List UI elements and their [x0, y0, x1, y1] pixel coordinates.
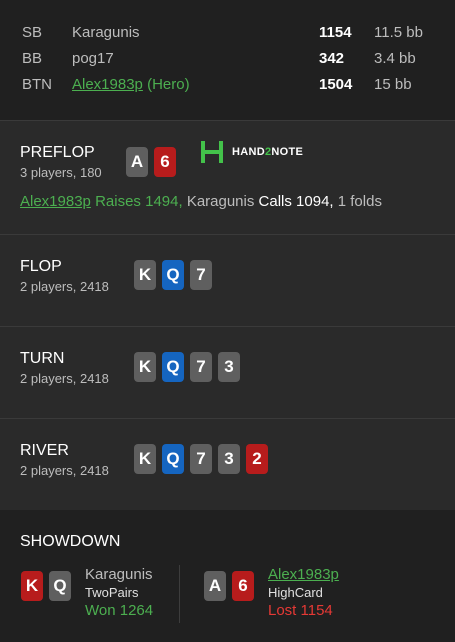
card: 7 — [190, 352, 212, 382]
street-turn: TURN 2 players, 2418 K Q 7 3 — [0, 327, 455, 419]
board-cards: K Q 7 3 2 — [134, 444, 268, 474]
showdown-section: SHOWDOWN K Q Karagunis TwoPairs Won 1264… — [0, 510, 455, 642]
street-subtitle: 2 players, 2418 — [20, 463, 109, 478]
villain-result: Won 1264 — [85, 602, 154, 619]
hand2note-wordmark: HAND2NOTE — [232, 146, 304, 158]
card: K — [134, 444, 156, 474]
street-title: RIVER — [20, 442, 69, 459]
hero-action: Raises 1494, — [95, 193, 183, 210]
villain-name: Karagunis — [186, 193, 255, 210]
hero-tag: (Hero) — [147, 76, 190, 93]
player-row-btn: BTN Alex1983p (Hero) 1504 15 bb — [0, 76, 455, 100]
hero-link[interactable]: Alex1983p — [268, 566, 339, 583]
hand2note-logo: HAND2NOTE — [201, 141, 303, 163]
street-title: FLOP — [20, 258, 62, 275]
street-title: TURN — [20, 350, 65, 367]
player-stack: 1504 — [319, 76, 353, 93]
villain-hole-cards: K Q — [21, 571, 71, 601]
preflop-action-summary: Alex1983p Raises 1494, Karagunis Calls 1… — [20, 193, 382, 210]
player-stack: 1154 — [319, 24, 352, 41]
hand-history-panel: SB Karagunis 1154 11.5 bb BB pog17 342 3… — [0, 0, 455, 642]
folds-count: 1 folds — [337, 193, 382, 210]
card: 3 — [218, 444, 240, 474]
card: A — [126, 147, 148, 177]
card: Q — [162, 260, 184, 290]
players-table: SB Karagunis 1154 11.5 bb BB pog17 342 3… — [0, 0, 455, 121]
hero-hole-cards: A 6 — [126, 147, 176, 177]
villain-hand-rank: TwoPairs — [85, 585, 139, 600]
card: 2 — [246, 444, 268, 474]
card: Q — [162, 444, 184, 474]
card: 3 — [218, 352, 240, 382]
board-cards: K Q 7 3 — [134, 352, 240, 382]
card: Q — [49, 571, 71, 601]
card: Q — [162, 352, 184, 382]
villain-name: Karagunis — [85, 566, 153, 583]
position-label: SB — [22, 24, 43, 41]
position-label: BTN — [22, 76, 52, 93]
board-cards: K Q 7 — [134, 260, 212, 290]
hand2note-icon — [201, 141, 223, 163]
player-row-sb: SB Karagunis 1154 11.5 bb — [0, 24, 455, 48]
showdown-title: SHOWDOWN — [20, 533, 121, 550]
street-preflop: PREFLOP 3 players, 180 A 6 — [0, 121, 455, 235]
showdown-divider — [179, 565, 180, 623]
player-stack-bb: 3.4 bb — [374, 50, 416, 67]
street-subtitle: 2 players, 2418 — [20, 371, 109, 386]
card: K — [134, 352, 156, 382]
card: 6 — [154, 147, 176, 177]
player-row-bb: BB pog17 342 3.4 bb — [0, 50, 455, 74]
hero-showdown-cards: A 6 — [204, 571, 254, 601]
street-flop: FLOP 2 players, 2418 K Q 7 — [0, 235, 455, 327]
player-stack-bb: 11.5 bb — [374, 24, 423, 41]
hero-link[interactable]: Alex1983p — [72, 76, 143, 93]
villain-action: Calls 1094, — [258, 193, 334, 210]
street-subtitle: 2 players, 2418 — [20, 279, 109, 294]
card: A — [204, 571, 226, 601]
player-stack-bb: 15 bb — [374, 76, 412, 93]
player-name: Karagunis — [72, 24, 140, 41]
hero-player-name[interactable]: Alex1983p (Hero) — [72, 76, 190, 93]
hero-link[interactable]: Alex1983p — [20, 193, 91, 210]
player-name: pog17 — [72, 50, 114, 67]
position-label: BB — [22, 50, 43, 67]
card: K — [134, 260, 156, 290]
card: 7 — [190, 444, 212, 474]
street-river: RIVER 2 players, 2418 K Q 7 3 2 — [0, 419, 455, 510]
card: 6 — [232, 571, 254, 601]
hero-result: Lost 1154 — [268, 602, 333, 619]
showdown-hero: Alex1983p HighCard Lost 1154 — [268, 566, 339, 619]
player-stack: 342 — [319, 50, 345, 67]
showdown-villain: Karagunis TwoPairs Won 1264 — [85, 566, 153, 619]
hero-hand-rank: HighCard — [268, 585, 323, 600]
street-title: PREFLOP — [20, 144, 95, 161]
card: K — [21, 571, 43, 601]
street-subtitle: 3 players, 180 — [20, 165, 102, 180]
card: 7 — [190, 260, 212, 290]
